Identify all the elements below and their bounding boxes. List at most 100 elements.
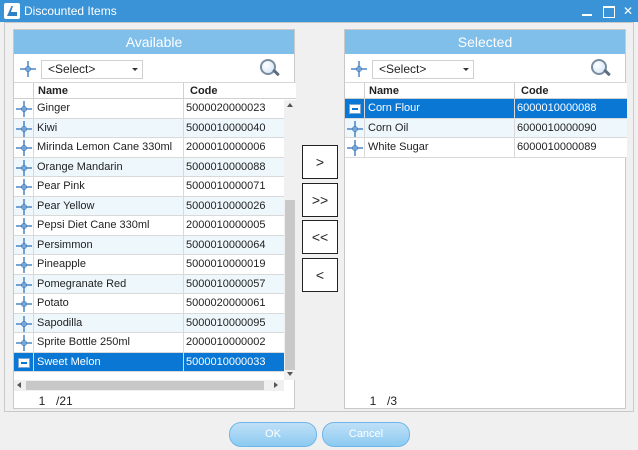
move-icon[interactable] [16,140,32,156]
scroll-thumb[interactable] [285,200,295,370]
row-code: 5000010000057 [186,277,266,290]
move-icon[interactable] [16,218,32,234]
row-code: 2000010000006 [186,141,266,153]
table-row[interactable]: Pear Yellow 5000010000026 [14,196,296,216]
move-icon[interactable] [16,159,32,176]
move-icon[interactable] [16,276,32,293]
scroll-down-icon[interactable] [287,372,293,376]
maximize-button[interactable] [599,2,617,20]
move-icon[interactable] [347,140,363,156]
table-row[interactable]: White Sugar 6000010000089 [345,138,627,158]
row-code: 5000020000061 [186,297,266,309]
move-icon[interactable] [347,120,363,137]
table-row[interactable]: Persimmon 5000010000064 [14,235,296,255]
selected-header: Selected [345,30,625,54]
column-header-code[interactable]: Code [190,84,218,98]
selected-grid: Name Code Corn Flour 6000010000088 Corn Oi… [345,82,627,158]
add-selected-button[interactable]: > [302,145,338,179]
column-header-code[interactable]: Code [521,84,549,98]
table-row[interactable]: Corn Oil 6000010000090 [345,118,627,138]
table-row[interactable]: Pear Pink 5000010000071 [14,177,296,197]
table-row[interactable]: Ginger 5000020000023 [14,99,296,119]
selected-pager: 1 /3 [345,392,625,410]
table-row[interactable]: Sapodilla 5000010000095 [14,313,296,333]
table-row[interactable]: Pomegranate Red 5000010000057 [14,274,296,294]
table-row[interactable]: Potato 5000020000061 [14,294,296,314]
row-name: Corn Oil [368,121,409,134]
remove-all-button[interactable]: << [302,220,338,254]
row-name: Pineapple [37,258,86,270]
available-pager: 1 /21 [14,392,294,410]
move-icon[interactable] [16,257,32,273]
available-horizontal-scrollbar[interactable] [14,380,284,391]
row-selected-icon[interactable] [18,357,30,368]
table-row[interactable]: Pineapple 5000010000019 [14,255,296,275]
available-panel: Available <Select> Name Code Ginger 50000… [13,29,296,410]
row-name: Pear Pink [37,180,85,192]
search-icon[interactable] [589,58,611,80]
move-icon[interactable] [20,61,36,77]
selected-filter-value: <Select> [379,62,427,76]
move-icon[interactable] [16,296,32,312]
move-icon[interactable] [351,61,367,77]
table-row[interactable]: Orange Mandarin 5000010000088 [14,157,296,177]
column-header-name[interactable]: Name [369,84,399,98]
move-icon[interactable] [16,120,32,137]
row-name: Sapodilla [37,316,83,329]
row-code: 5000010000026 [186,199,266,212]
table-row[interactable]: Sweet Melon 5000010000033 [14,352,296,372]
minimize-button[interactable] [578,2,596,20]
app-logo-icon [4,3,20,19]
cancel-button[interactable]: Cancel [322,422,410,447]
available-filter-value: <Select> [48,62,96,76]
row-name: Pear Yellow [37,199,95,212]
search-icon[interactable] [258,58,280,80]
move-icon[interactable] [16,179,32,195]
ok-button[interactable]: OK [229,422,317,447]
selected-page-total: /3 [387,394,398,408]
table-row[interactable]: Corn Flour 6000010000088 [345,99,627,119]
available-toolbar: <Select> [14,56,294,82]
table-row[interactable]: Pepsi Diet Cane 330ml 2000010000005 [14,216,296,236]
row-name: Mirinda Lemon Cane 330ml [37,141,173,153]
add-all-button[interactable]: >> [302,183,338,217]
row-name: Sprite Bottle 250ml [37,336,130,348]
move-icon[interactable] [16,315,32,332]
available-header: Available [14,30,294,54]
row-selected-icon[interactable] [349,104,361,114]
title-bar: Discounted Items ✕ [0,0,638,22]
row-code: 2000010000005 [186,219,266,231]
row-name: White Sugar [368,141,429,153]
table-row[interactable]: Sprite Bottle 250ml 2000010000002 [14,333,296,353]
row-name: Ginger [37,102,71,114]
row-name: Corn Flour [368,102,420,114]
scroll-up-icon[interactable] [287,103,293,107]
table-row[interactable]: Kiwi 5000010000040 [14,118,296,138]
scroll-left-icon[interactable] [17,382,21,388]
table-row[interactable]: Mirinda Lemon Cane 330ml 2000010000006 [14,138,296,158]
row-code: 5000010000019 [186,258,266,270]
row-code: 5000010000064 [186,238,266,251]
column-header-name[interactable]: Name [38,84,68,98]
chevron-down-icon [463,68,469,71]
available-page-total: /21 [56,394,73,408]
scroll-right-icon[interactable] [274,382,278,388]
selected-page-input[interactable]: 1 [363,394,383,408]
move-icon[interactable] [16,237,32,254]
chevron-down-icon [132,68,138,71]
row-code: 5000010000071 [186,180,266,192]
selected-filter-select[interactable]: <Select> [372,60,474,79]
selected-toolbar: <Select> [345,56,625,82]
scroll-thumb[interactable] [26,381,264,390]
remove-selected-button[interactable]: < [302,258,338,292]
available-vertical-scrollbar[interactable] [284,100,296,380]
move-icon[interactable] [16,101,32,117]
move-icon[interactable] [16,335,32,351]
move-icon[interactable] [16,198,32,215]
available-page-input[interactable]: 1 [32,394,52,408]
available-filter-select[interactable]: <Select> [41,60,143,79]
row-code: 6000010000088 [517,102,597,114]
close-button[interactable]: ✕ [619,2,637,20]
row-name: Sweet Melon [37,355,101,368]
row-code: 2000010000002 [186,336,266,348]
